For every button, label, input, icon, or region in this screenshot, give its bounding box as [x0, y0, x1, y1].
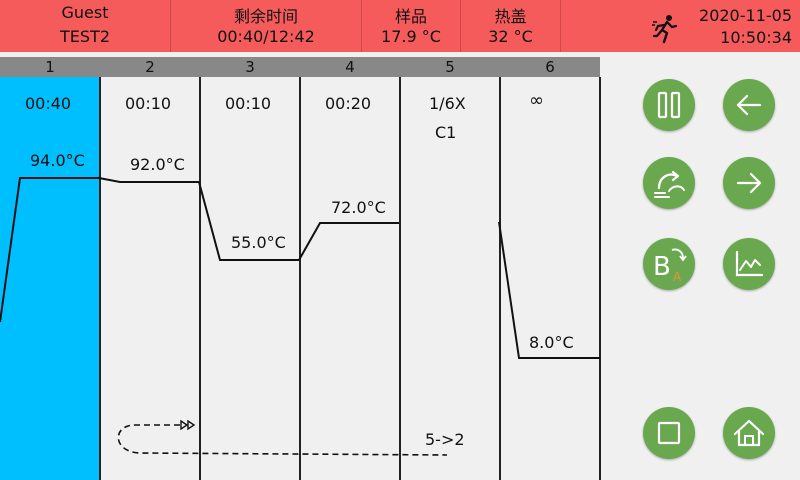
- arrow-left-icon: [736, 94, 762, 116]
- skip-step-button[interactable]: [643, 157, 695, 209]
- home-icon: [733, 419, 765, 447]
- temperature-curve: [0, 177, 600, 456]
- arrow-right-icon: [736, 172, 762, 194]
- pause-icon: [657, 91, 681, 119]
- icon-letter-b: B: [653, 252, 671, 282]
- stop-button[interactable]: [643, 407, 695, 459]
- back-button[interactable]: [723, 79, 775, 131]
- running-person-icon: [652, 15, 678, 44]
- stop-icon: [657, 421, 681, 445]
- pause-button[interactable]: [643, 79, 695, 131]
- icon-letter-a: A: [673, 270, 682, 284]
- switch-b-a-icon: B A: [653, 248, 687, 284]
- current-date: 2020-11-05: [699, 6, 792, 25]
- loop-label: 5->2: [425, 430, 465, 449]
- current-time: 10:50:34: [720, 28, 792, 47]
- curve-button[interactable]: [723, 238, 775, 290]
- forward-button[interactable]: [723, 157, 775, 209]
- switch-ab-button[interactable]: B A: [643, 238, 695, 290]
- skip-step-icon: [654, 170, 685, 198]
- line-chart-icon: [735, 250, 764, 277]
- home-button[interactable]: [723, 407, 775, 459]
